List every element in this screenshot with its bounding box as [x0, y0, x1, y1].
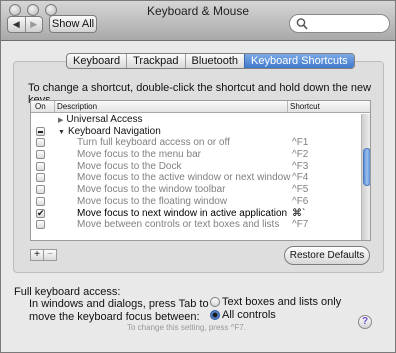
- full-keyboard-access-description: In windows and dialogs, press Tab to: [29, 298, 209, 310]
- table-row[interactable]: ▶ Universal Access: [31, 114, 361, 126]
- full-keyboard-access-description-2: move the keyboard focus between:: [29, 311, 200, 323]
- row-shortcut[interactable]: ^F6: [292, 196, 308, 208]
- enable-checkbox[interactable]: [36, 196, 45, 206]
- row-shortcut[interactable]: ^F1: [292, 137, 308, 149]
- table-scrollbar[interactable]: [361, 114, 370, 240]
- full-keyboard-access-hint: To change this setting, press ^F7.: [127, 323, 246, 332]
- add-shortcut-button[interactable]: +: [31, 250, 43, 260]
- table-row[interactable]: ▼ Keyboard Navigation: [31, 126, 361, 138]
- radio-indicator[interactable]: [210, 297, 220, 307]
- radio-label: Text boxes and lists only: [222, 296, 342, 308]
- back-forward-control: ◀ ▶: [7, 16, 43, 33]
- group-label: Universal Access: [66, 114, 143, 125]
- table-header: On Description Shortcut: [31, 101, 370, 113]
- add-remove-control: + −: [30, 249, 57, 261]
- enable-checkbox[interactable]: [36, 220, 45, 230]
- show-all-button[interactable]: Show All: [49, 15, 97, 33]
- row-description: Move focus to the menu bar: [77, 149, 201, 161]
- titlebar: Keyboard & Mouse ◀ ▶ Show All: [1, 1, 395, 41]
- search-input[interactable]: [310, 16, 386, 31]
- row-description: Move between controls or text boxes and …: [77, 219, 280, 231]
- tab-keyboard-shortcuts[interactable]: Keyboard Shortcuts: [244, 54, 354, 68]
- enable-checkbox[interactable]: [36, 173, 45, 183]
- row-shortcut[interactable]: ^F5: [292, 184, 308, 196]
- search-icon: [296, 18, 308, 30]
- restore-defaults-button[interactable]: Restore Defaults: [284, 246, 370, 265]
- help-button[interactable]: ?: [358, 315, 372, 329]
- row-shortcut[interactable]: ^F7: [292, 219, 308, 231]
- row-shortcut[interactable]: ^F2: [292, 149, 308, 161]
- row-shortcut[interactable]: ^F4: [292, 172, 308, 184]
- row-shortcut[interactable]: ^F3: [292, 161, 308, 173]
- table-row[interactable]: Move focus to the menu bar ^F2: [31, 149, 361, 161]
- row-description: Turn full keyboard access on or off: [77, 137, 230, 149]
- enable-checkbox[interactable]: ✔: [36, 208, 45, 218]
- table-row[interactable]: ✔ Move focus to next window in active app…: [31, 208, 361, 220]
- table-row[interactable]: Move between controls or text boxes and …: [31, 219, 361, 231]
- tab-trackpad[interactable]: Trackpad: [126, 54, 184, 68]
- forward-arrow-icon[interactable]: ▶: [24, 17, 43, 32]
- column-header-on[interactable]: On: [35, 101, 46, 112]
- radio-label: All controls: [222, 309, 276, 321]
- radio-text-boxes-and-lists-only[interactable]: Text boxes and lists only: [210, 296, 370, 309]
- shortcuts-table: On Description Shortcut ▶ Universal Acces…: [30, 100, 371, 241]
- table-row[interactable]: Move focus to the active window or next …: [31, 172, 361, 184]
- row-description: Move focus to the floating window: [77, 195, 228, 207]
- tab-bluetooth[interactable]: Bluetooth: [184, 54, 244, 68]
- table-row[interactable]: Move focus to the floating window ^F6: [31, 196, 361, 208]
- column-header-description[interactable]: Description: [54, 101, 97, 112]
- radio-all-controls[interactable]: All controls: [210, 309, 370, 322]
- row-description: Move focus to the active window or next …: [77, 172, 291, 184]
- group-label: Keyboard Navigation: [67, 125, 161, 137]
- tab-bar: Keyboard Trackpad Bluetooth Keyboard Sho…: [66, 53, 355, 69]
- radio-indicator-selected[interactable]: [210, 310, 220, 320]
- search-field[interactable]: [289, 14, 390, 33]
- table-rows: ▶ Universal Access ▼ Keyboard Navigation Tur…: [31, 114, 361, 231]
- scrollbar-thumb[interactable]: [363, 148, 370, 186]
- row-description: Move focus to next window in active appl…: [77, 207, 288, 219]
- enable-checkbox[interactable]: [36, 185, 45, 195]
- row-shortcut[interactable]: ⌘`: [292, 208, 305, 220]
- table-row[interactable]: Turn full keyboard access on or off ^F1: [31, 137, 361, 149]
- preferences-window: Keyboard & Mouse ◀ ▶ Show All Keyboard T…: [0, 0, 396, 353]
- tab-keyboard[interactable]: Keyboard: [67, 54, 126, 68]
- table-row[interactable]: Move focus to the window toolbar ^F5: [31, 184, 361, 196]
- remove-shortcut-button[interactable]: −: [43, 250, 56, 260]
- enable-checkbox[interactable]: [36, 150, 45, 160]
- column-header-shortcut[interactable]: Shortcut: [287, 101, 320, 112]
- enable-checkbox[interactable]: [36, 138, 45, 148]
- row-description: Move focus to the Dock: [77, 160, 182, 172]
- enable-checkbox[interactable]: [36, 161, 45, 171]
- back-arrow-icon[interactable]: ◀: [8, 17, 25, 32]
- full-keyboard-access-label: Full keyboard access:: [14, 286, 121, 298]
- table-row[interactable]: Move focus to the Dock ^F3: [31, 161, 361, 173]
- row-description: Move focus to the window toolbar: [77, 184, 226, 196]
- enable-checkbox[interactable]: [36, 126, 45, 136]
